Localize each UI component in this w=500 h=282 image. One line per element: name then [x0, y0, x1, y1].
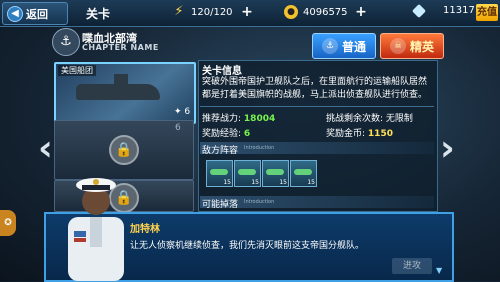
star-icon: ✦: [174, 107, 182, 117]
enemy-count: 15: [307, 179, 315, 186]
remaining-challenges: 挑战剩余次数: 无限制: [326, 111, 413, 124]
challenges-value: 无限制: [385, 114, 413, 124]
enemy-count: 15: [251, 179, 259, 186]
exp-value: 6: [243, 129, 251, 139]
submarine-image: [76, 84, 160, 100]
attack-button[interactable]: 进攻: [392, 258, 432, 274]
diamond-value: 11317: [443, 5, 475, 16]
drops-title: 可能掉落: [202, 200, 239, 210]
challenges-label: 挑战剩余次数:: [326, 114, 384, 124]
reward-exp: 奖励经验: 6: [202, 126, 250, 139]
diamond-icon: [411, 3, 427, 18]
recharge-button[interactable]: 充值: [476, 4, 498, 21]
exp-label: 奖励经验:: [202, 129, 242, 139]
side-event-icon[interactable]: ✪: [0, 210, 16, 236]
gold-coin-icon: ●: [284, 5, 298, 19]
enemy-lineup-subtitle: Introduction: [244, 145, 275, 151]
reward-gold-value: 1150: [367, 129, 393, 139]
energy-resource: ⚡ 120/120: [172, 4, 233, 19]
ship-icon: [266, 169, 284, 175]
gold-label: 奖励金币:: [326, 129, 366, 139]
power-label: 推荐战力:: [202, 114, 242, 124]
add-gold-button[interactable]: +: [354, 5, 368, 20]
enemy-ship-card[interactable]: 15: [206, 160, 233, 187]
enemy-ship-card[interactable]: 15: [262, 160, 289, 187]
enemy-count: 15: [279, 179, 287, 186]
stage-stars: ✦ 6: [174, 107, 190, 117]
back-arrow-icon: ◀: [7, 5, 23, 22]
previous-chapter-arrow[interactable]: ‹: [38, 128, 53, 169]
gold-value: 4096575: [303, 6, 348, 18]
back-label: 返回: [26, 7, 48, 21]
gold-resource: ● 4096575: [284, 5, 348, 19]
chapter-emblem-icon: ⚓: [52, 28, 80, 56]
ship-icon: [238, 169, 256, 175]
diamond-resource: 11317: [411, 3, 475, 18]
stage-card-1[interactable]: 美国船团 ✦ 6: [54, 62, 196, 124]
add-energy-button[interactable]: +: [240, 5, 254, 20]
enemy-lineup-title: 敌方阵容: [202, 146, 239, 156]
skull-icon: ☠: [389, 38, 406, 54]
lightning-icon: ⚡: [174, 4, 184, 19]
next-chapter-arrow[interactable]: ›: [440, 128, 455, 169]
normal-difficulty-button[interactable]: ⚓ 普通: [312, 33, 376, 59]
stage-stars-count: 6: [175, 123, 181, 133]
info-title: 关卡信息: [202, 66, 242, 77]
stage-description: 突破外围帝国护卫舰队之后，在里面航行的运输船队居然都是打着美国旗帜的战舰，马上派…: [202, 77, 428, 100]
enemy-ship-card[interactable]: 15: [290, 160, 317, 187]
dialogue-text: 让无人侦察机继续侦查，我们先消灭眼前这支帝国分舰队。: [130, 241, 365, 251]
ship-icon: [210, 169, 228, 175]
energy-value: 120/120: [191, 6, 233, 18]
lock-icon: 🔒: [109, 135, 139, 165]
power-value: 18004: [243, 114, 276, 124]
speaker-name: 加特林: [130, 224, 160, 235]
enemy-count: 15: [223, 179, 231, 186]
divider: [200, 106, 434, 107]
chapter-subtitle: CHAPTER NAME: [82, 43, 159, 52]
continue-indicator-icon[interactable]: ▼: [436, 266, 442, 275]
elite-label: 精英: [409, 39, 434, 54]
page-title: 关卡: [86, 7, 111, 21]
officer-portrait: [68, 178, 124, 281]
stage-stars-count: 6: [184, 107, 191, 117]
recommended-power: 推荐战力: 18004: [202, 111, 275, 124]
reward-gold: 奖励金币: 1150: [326, 126, 393, 139]
back-button[interactable]: ◀ 返回: [2, 2, 68, 25]
elite-difficulty-button[interactable]: ☠ 精英: [380, 33, 444, 59]
anchor-icon: ⚓: [321, 38, 338, 54]
stage-label: 美国船团: [58, 65, 96, 76]
enemy-ship-card[interactable]: 15: [234, 160, 261, 187]
drops-subtitle: Introduction: [244, 199, 275, 205]
normal-label: 普通: [341, 39, 366, 54]
ship-icon: [294, 169, 312, 175]
